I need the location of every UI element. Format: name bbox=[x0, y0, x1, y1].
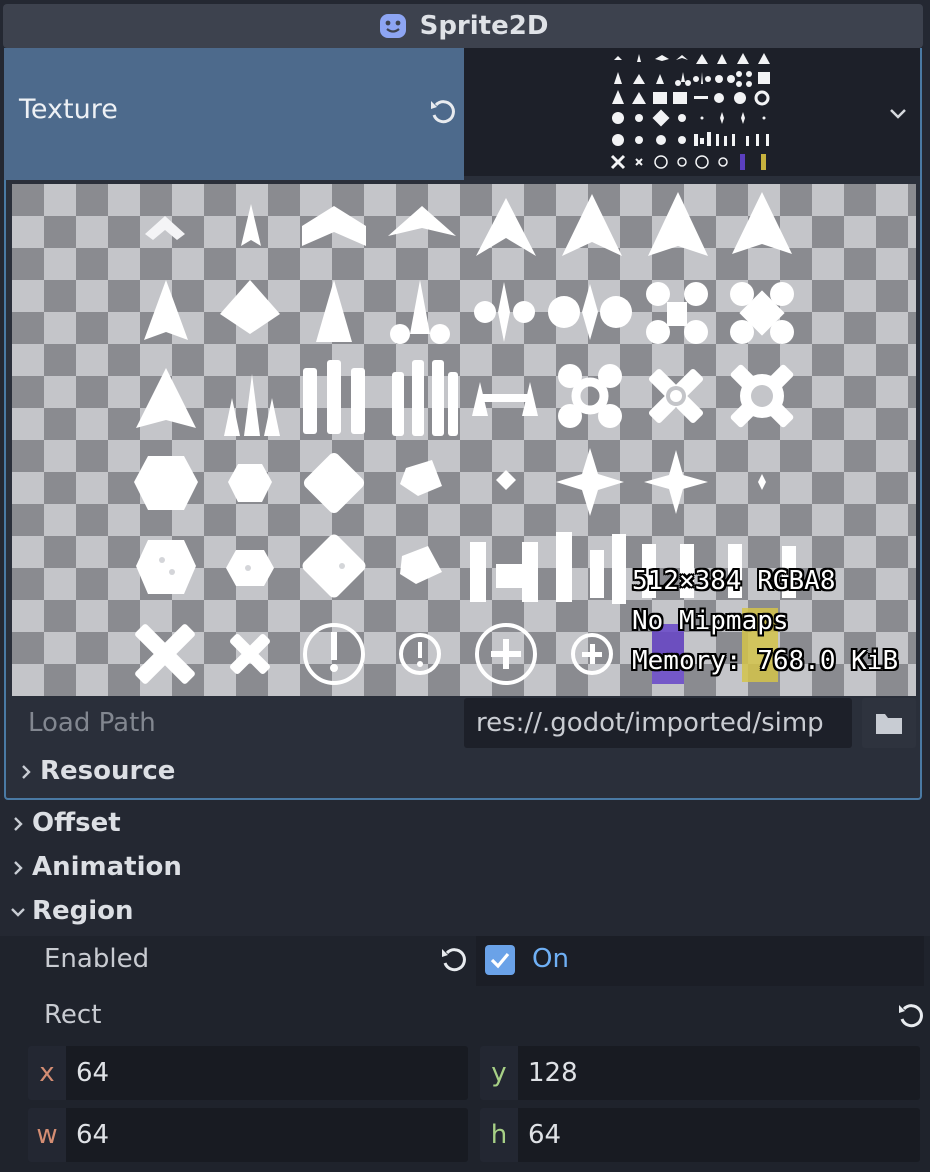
enabled-label: Enabled bbox=[44, 944, 150, 974]
rect-h-value: 64 bbox=[528, 1120, 562, 1150]
texture-label: Texture bbox=[19, 94, 118, 125]
rect-y-value: 128 bbox=[528, 1058, 578, 1088]
checkmark-icon bbox=[490, 952, 510, 969]
texture-thumbnail bbox=[610, 53, 770, 170]
texture-info-memory: Memory: 768.0 KiB bbox=[632, 646, 899, 676]
load-path-field[interactable]: res://.godot/imported/simp bbox=[464, 698, 852, 748]
rect-w-field[interactable]: w 64 bbox=[28, 1108, 468, 1162]
texture-info-size: 512×384 RGBA8 bbox=[632, 566, 836, 596]
y-axis-label: y bbox=[480, 1046, 518, 1100]
rect-h-field[interactable]: h 64 bbox=[480, 1108, 920, 1162]
folder-icon bbox=[876, 714, 902, 734]
inspector-header: Sprite2D bbox=[3, 4, 923, 48]
chevron-right-icon[interactable] bbox=[18, 764, 34, 780]
rect-x-value: 64 bbox=[76, 1058, 110, 1088]
enabled-checkbox[interactable] bbox=[485, 945, 515, 975]
chevron-down-icon[interactable] bbox=[885, 100, 911, 126]
sprite2d-node-icon bbox=[379, 14, 406, 38]
texture-info-mipmaps: No Mipmaps bbox=[632, 606, 789, 636]
region-section-header[interactable]: Region bbox=[32, 896, 134, 926]
revert-icon[interactable] bbox=[895, 1000, 927, 1032]
node-title: Sprite2D bbox=[419, 11, 549, 41]
rect-label: Rect bbox=[44, 1000, 102, 1030]
revert-icon[interactable] bbox=[427, 96, 459, 128]
enabled-value: On bbox=[532, 944, 569, 974]
resource-section-header[interactable]: Resource bbox=[40, 756, 175, 786]
rect-w-value: 64 bbox=[76, 1120, 110, 1150]
animation-section-header[interactable]: Animation bbox=[32, 852, 182, 882]
w-axis-label: w bbox=[28, 1108, 66, 1162]
chevron-right-icon[interactable] bbox=[10, 860, 26, 876]
x-axis-label: x bbox=[28, 1046, 66, 1100]
rect-x-field[interactable]: x 64 bbox=[28, 1046, 468, 1100]
chevron-down-icon[interactable] bbox=[10, 904, 26, 920]
h-axis-label: h bbox=[480, 1108, 518, 1162]
show-in-filesystem-button[interactable] bbox=[862, 698, 916, 748]
load-path-label: Load Path bbox=[28, 708, 156, 738]
offset-section-header[interactable]: Offset bbox=[32, 808, 121, 838]
load-path-value: res://.godot/imported/simp bbox=[476, 708, 824, 738]
revert-icon[interactable] bbox=[438, 944, 470, 976]
chevron-right-icon[interactable] bbox=[10, 816, 26, 832]
texture-preview: 512×384 RGBA8 No Mipmaps Memory: 768.0 K… bbox=[12, 184, 916, 696]
rect-y-field[interactable]: y 128 bbox=[480, 1046, 920, 1100]
